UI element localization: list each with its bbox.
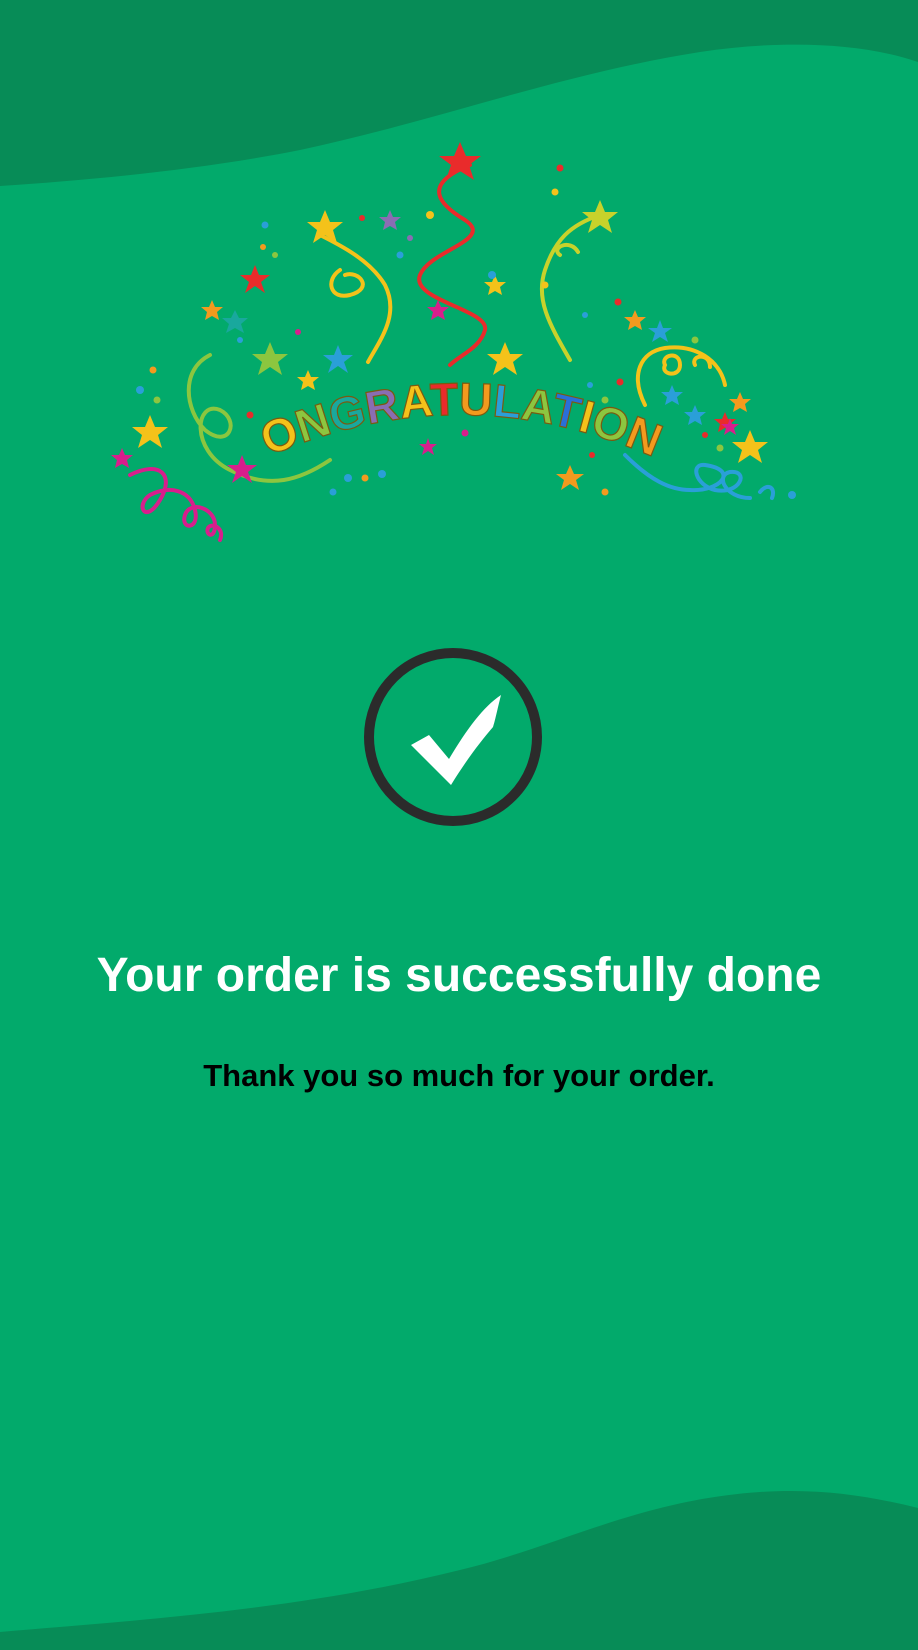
congratulations-letter: L bbox=[491, 374, 524, 429]
success-subtitle: Thank you so much for your order. bbox=[203, 1058, 715, 1093]
congratulations-letter: S bbox=[100, 130, 115, 140]
order-success-screen: CONGRATULATIONS Your order is successful… bbox=[0, 0, 918, 1650]
congratulations-banner: CONGRATULATIONS bbox=[100, 130, 796, 542]
streamer-yellow-curl bbox=[635, 345, 727, 407]
streamer-magenta bbox=[128, 467, 224, 542]
streamer-red bbox=[417, 163, 488, 367]
success-title: Your order is successfully done bbox=[96, 949, 822, 1002]
congratulations-letter: T bbox=[429, 373, 459, 426]
congratulations-letter: A bbox=[397, 374, 434, 429]
check-circle-icon bbox=[364, 648, 542, 826]
congratulations-letter: U bbox=[458, 373, 493, 426]
confetti-dots bbox=[136, 164, 796, 499]
congratulations-text: CONGRATULATIONS bbox=[100, 130, 670, 466]
streamer-yellow-left bbox=[318, 233, 393, 364]
streamer-yellow-right bbox=[539, 213, 602, 362]
bottom-wave-decoration bbox=[0, 1490, 918, 1650]
congratulations-letter: C bbox=[100, 130, 117, 140]
